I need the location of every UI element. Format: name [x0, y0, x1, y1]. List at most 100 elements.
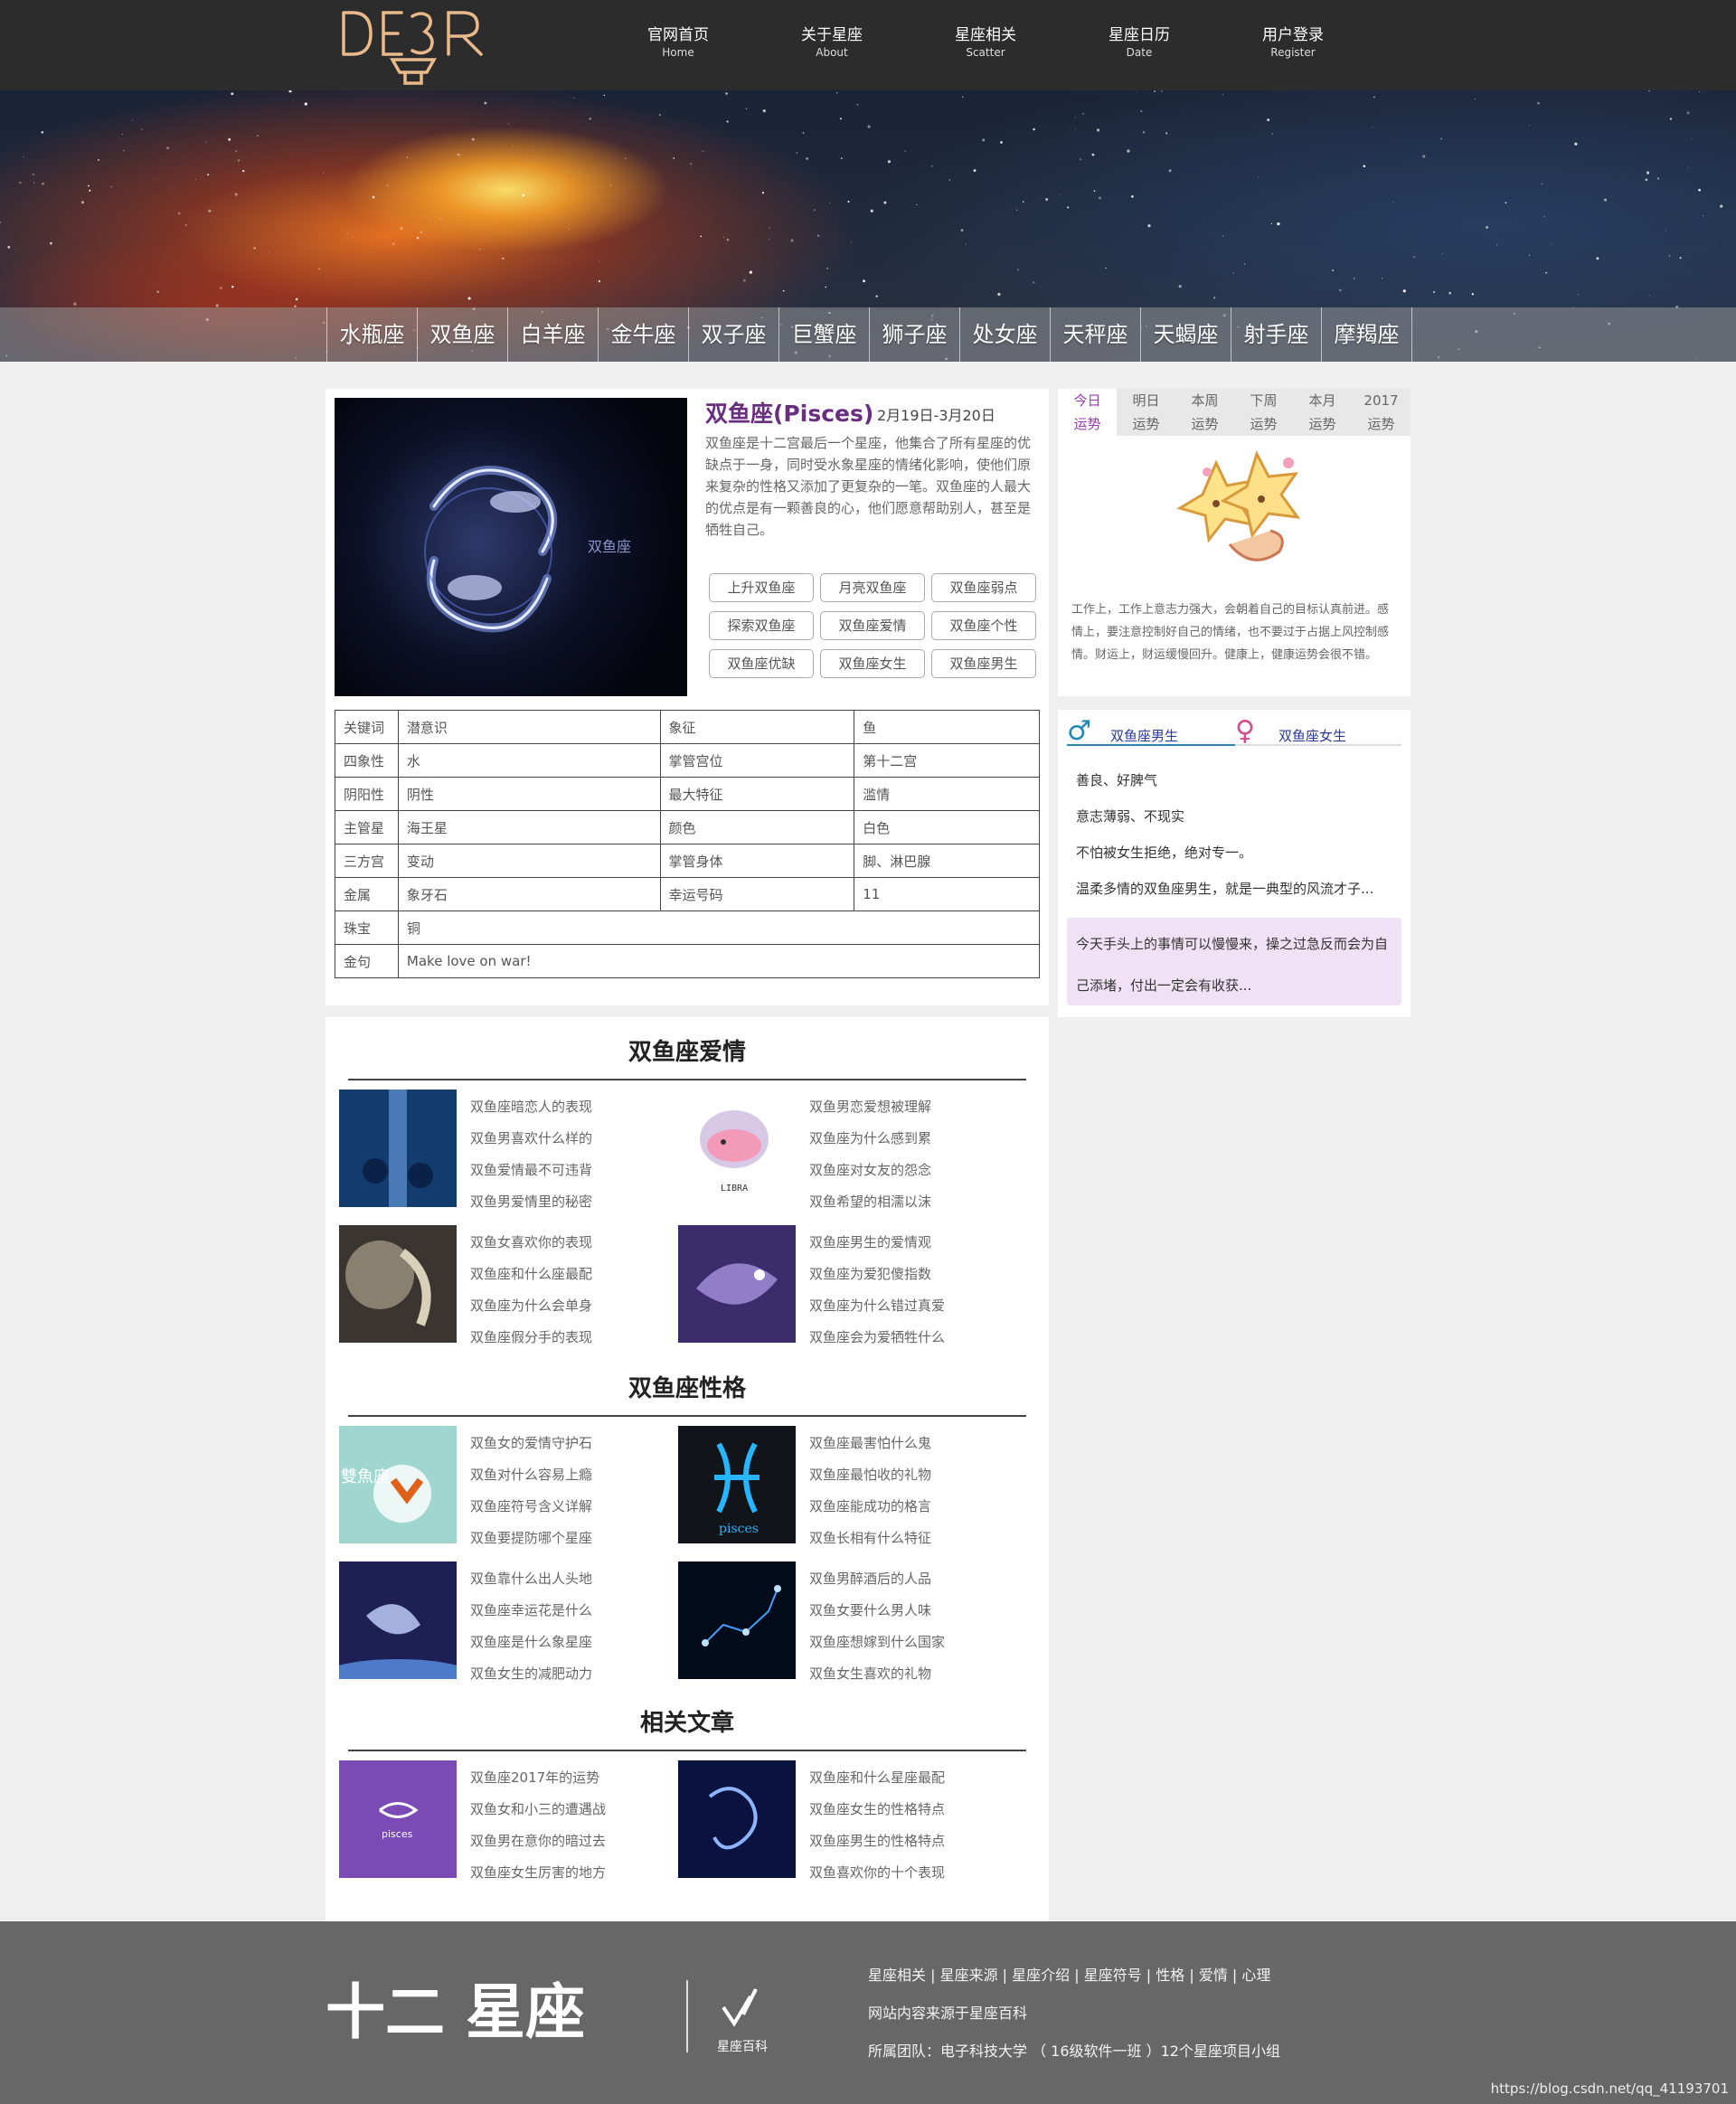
article-link[interactable]: 双鱼长相有什么特征 — [809, 1523, 1004, 1554]
sign-cancer[interactable]: 巨蟹座 — [779, 307, 870, 362]
sign-virgo[interactable]: 处女座 — [960, 307, 1051, 362]
article-link[interactable]: 双鱼对什么容易上瘾 — [470, 1459, 665, 1491]
article-link[interactable]: 双鱼女生的减肥动力 — [470, 1658, 665, 1690]
article-thumbnail[interactable] — [678, 1561, 796, 1679]
article-thumbnail[interactable]: pisces — [678, 1426, 796, 1543]
sign-aquarius[interactable]: 水瓶座 — [327, 307, 418, 362]
nav-about[interactable]: 关于星座 About — [755, 25, 909, 71]
article-thumbnail[interactable] — [678, 1225, 796, 1343]
article-thumbnail[interactable] — [339, 1090, 457, 1207]
article-link[interactable]: 双鱼希望的相濡以沫 — [809, 1186, 1004, 1218]
article-link[interactable]: 双鱼要提防哪个星座 — [470, 1523, 665, 1554]
article-link[interactable]: 双鱼男在意你的暗过去 — [470, 1826, 665, 1857]
tab-tomorrow[interactable]: 明日 运势 — [1117, 389, 1175, 436]
tab-year[interactable]: 2017 运势 — [1352, 389, 1410, 436]
tab-pisces-male[interactable]: ♂ 双鱼座男生 — [1067, 717, 1235, 746]
tag-explore[interactable]: 探索双鱼座 — [709, 611, 814, 640]
article-link[interactable]: 双鱼女喜欢你的表现 — [470, 1227, 665, 1259]
article-link[interactable]: 双鱼男喜欢什么样的 — [470, 1123, 665, 1155]
article-link[interactable]: 双鱼女生喜欢的礼物 — [809, 1658, 1004, 1690]
star-dot — [1574, 142, 1578, 146]
tag-rising-pisces[interactable]: 上升双鱼座 — [709, 573, 814, 602]
site-logo[interactable] — [340, 7, 494, 85]
article-thumbnail[interactable]: LIBRA — [678, 1090, 796, 1207]
sign-sagittarius[interactable]: 射手座 — [1231, 307, 1322, 362]
sign-libra[interactable]: 天秤座 — [1051, 307, 1141, 362]
article-link[interactable]: 双鱼座暗恋人的表现 — [470, 1091, 665, 1123]
footer-links[interactable]: 星座相关 | 星座来源 | 星座介绍 | 星座符号 | 性格 | 爱情 | 心理 — [868, 1965, 1270, 1986]
article-link[interactable]: 双鱼座最怕收的礼物 — [809, 1459, 1004, 1491]
article-link[interactable]: 双鱼靠什么出人头地 — [470, 1563, 665, 1595]
article-link[interactable]: 双鱼男醉酒后的人品 — [809, 1563, 1004, 1595]
article-link[interactable]: 双鱼座会为爱牺牲什么 — [809, 1322, 1004, 1354]
sign-gemini[interactable]: 双子座 — [689, 307, 779, 362]
attribute-value: 海王星 — [397, 810, 661, 844]
article-link[interactable]: 双鱼座女生厉害的地方 — [470, 1857, 665, 1889]
star-dot — [1154, 90, 1156, 92]
star-dot — [231, 92, 234, 96]
sign-leo[interactable]: 狮子座 — [870, 307, 960, 362]
tag-male[interactable]: 双鱼座男生 — [931, 649, 1036, 678]
article-link[interactable]: 双鱼爱情最不可违背 — [470, 1155, 665, 1186]
sign-aries[interactable]: 白羊座 — [508, 307, 599, 362]
article-link[interactable]: 双鱼座为什么感到累 — [809, 1123, 1004, 1155]
article-thumbnail[interactable] — [339, 1225, 457, 1343]
tab-today[interactable]: 今日 运势 — [1058, 389, 1117, 436]
nav-date[interactable]: 星座日历 Date — [1062, 25, 1216, 71]
article-link[interactable]: 双鱼男爱情里的秘密 — [470, 1186, 665, 1218]
article-link[interactable]: 双鱼座符号含义详解 — [470, 1491, 665, 1523]
sign-taurus[interactable]: 金牛座 — [599, 307, 689, 362]
article-thumbnail[interactable] — [678, 1760, 796, 1878]
tab-this-month[interactable]: 本月 运势 — [1293, 389, 1352, 436]
attribute-row: 关键词 潜意识 象征鱼 — [335, 710, 1040, 744]
article-link[interactable]: 双鱼女要什么男人味 — [809, 1595, 1004, 1627]
article-link[interactable]: 双鱼座为什么会单身 — [470, 1290, 665, 1322]
sign-description: 双鱼座是十二宫最后一个星座，他集合了所有星座的优缺点于一身，同时受水象星座的情绪… — [705, 435, 1032, 538]
sign-pisces[interactable]: 双鱼座 — [418, 307, 508, 362]
article-link[interactable]: 双鱼座男生的性格特点 — [809, 1826, 1004, 1857]
article-link[interactable]: 双鱼座为什么错过真爱 — [809, 1290, 1004, 1322]
article-link[interactable]: 双鱼座和什么星座最配 — [809, 1762, 1004, 1794]
tab-next-week[interactable]: 下周 运势 — [1234, 389, 1293, 436]
star-dot — [1016, 209, 1018, 211]
article-link[interactable]: 双鱼座对女友的怨念 — [809, 1155, 1004, 1186]
article-link[interactable]: 双鱼座为爱犯傻指数 — [809, 1259, 1004, 1290]
article-link[interactable]: 双鱼女的爱情守护石 — [470, 1428, 665, 1459]
tab-label: 明日 — [1132, 392, 1160, 409]
sign-capricorn[interactable]: 摩羯座 — [1322, 307, 1412, 362]
article-thumbnail[interactable]: pisces — [339, 1760, 457, 1878]
article-link[interactable]: 双鱼座最害怕什么鬼 — [809, 1428, 1004, 1459]
sign-scorpio[interactable]: 天蝎座 — [1141, 307, 1231, 362]
tag-personality[interactable]: 双鱼座个性 — [931, 611, 1036, 640]
tab-this-week[interactable]: 本周 运势 — [1175, 389, 1234, 436]
star-dot — [1471, 293, 1474, 296]
article-link[interactable]: 双鱼座男生的爱情观 — [809, 1227, 1004, 1259]
tag-female[interactable]: 双鱼座女生 — [820, 649, 925, 678]
tag-love[interactable]: 双鱼座爱情 — [820, 611, 925, 640]
nav-register[interactable]: 用户登录 Register — [1216, 25, 1370, 71]
nav-scatter[interactable]: 星座相关 Scatter — [909, 25, 1062, 71]
article-link[interactable]: 双鱼女和小三的遭遇战 — [470, 1794, 665, 1826]
star-dot — [1441, 252, 1443, 254]
star-dot — [690, 163, 693, 165]
article-link[interactable]: 双鱼男恋爱想被理解 — [809, 1091, 1004, 1123]
article-link[interactable]: 双鱼座能成功的格言 — [809, 1491, 1004, 1523]
article-thumbnail[interactable]: 雙魚座 — [339, 1426, 457, 1543]
article-link[interactable]: 双鱼座幸运花是什么 — [470, 1595, 665, 1627]
tag-weakness[interactable]: 双鱼座弱点 — [931, 573, 1036, 602]
article-link[interactable]: 双鱼喜欢你的十个表现 — [809, 1857, 1004, 1889]
nav-home[interactable]: 官网首页 Home — [601, 25, 755, 71]
article-link[interactable]: 双鱼座是什么象星座 — [470, 1627, 665, 1658]
article-link[interactable]: 双鱼座想嫁到什么国家 — [809, 1627, 1004, 1658]
tag-pros-cons[interactable]: 双鱼座优缺 — [709, 649, 814, 678]
article-link[interactable]: 双鱼座假分手的表现 — [470, 1322, 665, 1354]
article-link[interactable]: 双鱼座女生的性格特点 — [809, 1794, 1004, 1826]
star-dot — [839, 118, 842, 120]
article-link[interactable]: 双鱼座和什么座最配 — [470, 1259, 665, 1290]
article-thumbnail[interactable] — [339, 1561, 457, 1679]
tab-pisces-female[interactable]: ♀ 双鱼座女生 — [1235, 717, 1401, 746]
star-dot — [1668, 254, 1671, 257]
article-link[interactable]: 双鱼座2017年的运势 — [470, 1762, 665, 1794]
tag-moon-pisces[interactable]: 月亮双鱼座 — [820, 573, 925, 602]
star-dot — [769, 227, 770, 229]
